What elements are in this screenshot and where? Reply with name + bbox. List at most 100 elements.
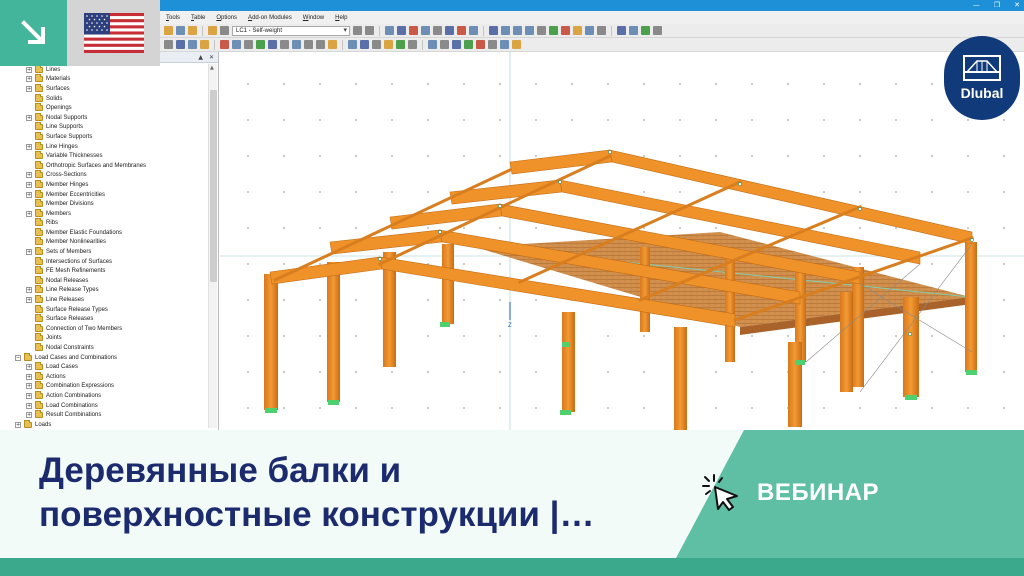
expand-toggle-icon[interactable]: − (15, 354, 21, 361)
tree-item[interactable]: + Materials (0, 74, 207, 85)
tree-item[interactable]: Surface Supports (0, 131, 207, 142)
snap-icon[interactable] (641, 26, 650, 35)
guideline-icon[interactable] (452, 40, 461, 49)
view-x-icon[interactable] (501, 26, 510, 35)
tree-item[interactable]: + Result Combinations (0, 410, 207, 420)
settings-icon[interactable] (653, 26, 662, 35)
solid-render-icon[interactable] (360, 40, 369, 49)
tree-item[interactable]: + Nodal Supports (0, 112, 207, 123)
print-icon[interactable] (220, 26, 229, 35)
view-iso-icon[interactable] (489, 26, 498, 35)
navigator-close-icon[interactable]: ✕ (209, 54, 214, 61)
tree-item[interactable]: Orthotropic Surfaces and Membranes (0, 160, 207, 171)
tree-item[interactable]: Solids (0, 93, 207, 104)
display-icon[interactable] (573, 26, 582, 35)
tree-item[interactable]: + Member Hinges (0, 179, 207, 190)
expand-toggle-icon[interactable]: + (26, 249, 32, 256)
expand-toggle-icon[interactable]: + (26, 402, 32, 409)
expand-toggle-icon[interactable]: + (26, 76, 32, 83)
dimension-icon[interactable] (464, 40, 473, 49)
solid-icon[interactable] (268, 40, 277, 49)
new-member-icon[interactable] (188, 40, 197, 49)
tree-item[interactable]: + Sets of Members (0, 247, 207, 257)
expand-toggle-icon[interactable]: + (26, 66, 32, 73)
model-icon[interactable] (617, 26, 626, 35)
tree-item[interactable]: + Load Cases (0, 362, 207, 372)
copy-icon[interactable] (280, 40, 289, 49)
expand-toggle-icon[interactable]: + (26, 287, 32, 294)
info-icon[interactable] (500, 40, 509, 49)
move-icon[interactable] (292, 40, 301, 49)
tree-item[interactable]: + Load Combinations (0, 400, 207, 411)
menu-window[interactable]: Window (303, 15, 324, 21)
tree-item[interactable]: + Cross-Sections (0, 170, 207, 181)
tree-item[interactable]: + Loads (0, 419, 207, 430)
expand-toggle-icon[interactable]: + (26, 143, 32, 150)
tree-item[interactable]: + Line Release Types (0, 285, 207, 296)
minimize-icon[interactable]: — (973, 0, 980, 11)
mirror-icon[interactable] (316, 40, 325, 49)
animation-icon[interactable] (469, 26, 478, 35)
measure-icon[interactable] (597, 26, 606, 35)
expand-toggle-icon[interactable]: + (26, 172, 32, 179)
expand-toggle-icon[interactable]: + (26, 85, 32, 92)
comment-icon[interactable] (476, 40, 485, 49)
menu-table[interactable]: Table (191, 15, 205, 21)
expand-toggle-icon[interactable]: + (26, 191, 32, 198)
section-icon[interactable] (445, 26, 454, 35)
warning-icon[interactable] (457, 26, 466, 35)
scroll-up-icon[interactable]: ▲ (210, 65, 214, 71)
visibility-icon[interactable] (585, 26, 594, 35)
calculate-icon[interactable] (385, 26, 394, 35)
wireframe-icon[interactable] (348, 40, 357, 49)
expand-toggle-icon[interactable]: + (26, 392, 32, 399)
new-node-icon[interactable] (164, 40, 173, 49)
check-icon[interactable] (488, 40, 497, 49)
view-z-icon[interactable] (525, 26, 534, 35)
tree-item[interactable]: Surface Releases (0, 314, 207, 324)
tree-item[interactable]: FE Mesh Refinements (0, 266, 207, 276)
results-icon[interactable] (397, 26, 406, 35)
tree-item[interactable]: + Line Hinges (0, 141, 207, 152)
tree-item[interactable]: + Actions (0, 371, 207, 382)
expand-toggle-icon[interactable]: + (15, 421, 21, 428)
tree-item[interactable]: + Line Releases (0, 295, 207, 305)
pin-icon[interactable]: ▲ (198, 54, 203, 61)
tree-item[interactable]: Member Nonlinearities (0, 237, 207, 248)
load-case-select[interactable]: LC1 - Self-weight (232, 25, 350, 36)
tree-item[interactable]: Line Supports (0, 122, 207, 133)
menu-tools[interactable]: Tools (166, 15, 180, 21)
values-icon[interactable] (421, 26, 430, 35)
new-surface-icon[interactable] (200, 40, 209, 49)
tree-item[interactable]: − Load Cases and Combinations (0, 352, 207, 363)
coordinate-system-icon[interactable] (396, 40, 405, 49)
tree-item[interactable]: Connection of Two Members (0, 323, 207, 334)
tree-item[interactable]: Nodal Constraints (0, 343, 207, 353)
select-icon[interactable] (561, 26, 570, 35)
tree-item[interactable]: + Lines (0, 64, 207, 75)
close-icon[interactable]: ✕ (1014, 0, 1020, 11)
tree-item[interactable]: Variable Thicknesses (0, 151, 207, 161)
view-y-icon[interactable] (513, 26, 522, 35)
divide-icon[interactable] (328, 40, 337, 49)
model-viewport[interactable]: Z (220, 52, 1024, 430)
transparent-icon[interactable] (372, 40, 381, 49)
tree-item[interactable]: Joints (0, 333, 207, 344)
menu-help[interactable]: Help (335, 15, 347, 21)
expand-toggle-icon[interactable]: + (26, 373, 32, 380)
opening-icon[interactable] (256, 40, 265, 49)
tree-item[interactable]: + Members (0, 208, 207, 219)
deformation-icon[interactable] (409, 26, 418, 35)
rotate-icon[interactable] (304, 40, 313, 49)
table-icon[interactable] (208, 26, 217, 35)
dxf-icon[interactable] (440, 40, 449, 49)
clipping-icon[interactable] (408, 40, 417, 49)
next-icon[interactable] (365, 26, 374, 35)
support-icon[interactable] (220, 40, 229, 49)
tree-item[interactable]: Member Divisions (0, 199, 207, 209)
tree-item[interactable]: Nodal Releases (0, 275, 207, 286)
tree-item[interactable]: Member Elastic Foundations (0, 227, 207, 238)
grid-icon[interactable] (629, 26, 638, 35)
tree-item[interactable]: Intersections of Surfaces (0, 256, 207, 267)
filter-icon[interactable] (433, 26, 442, 35)
